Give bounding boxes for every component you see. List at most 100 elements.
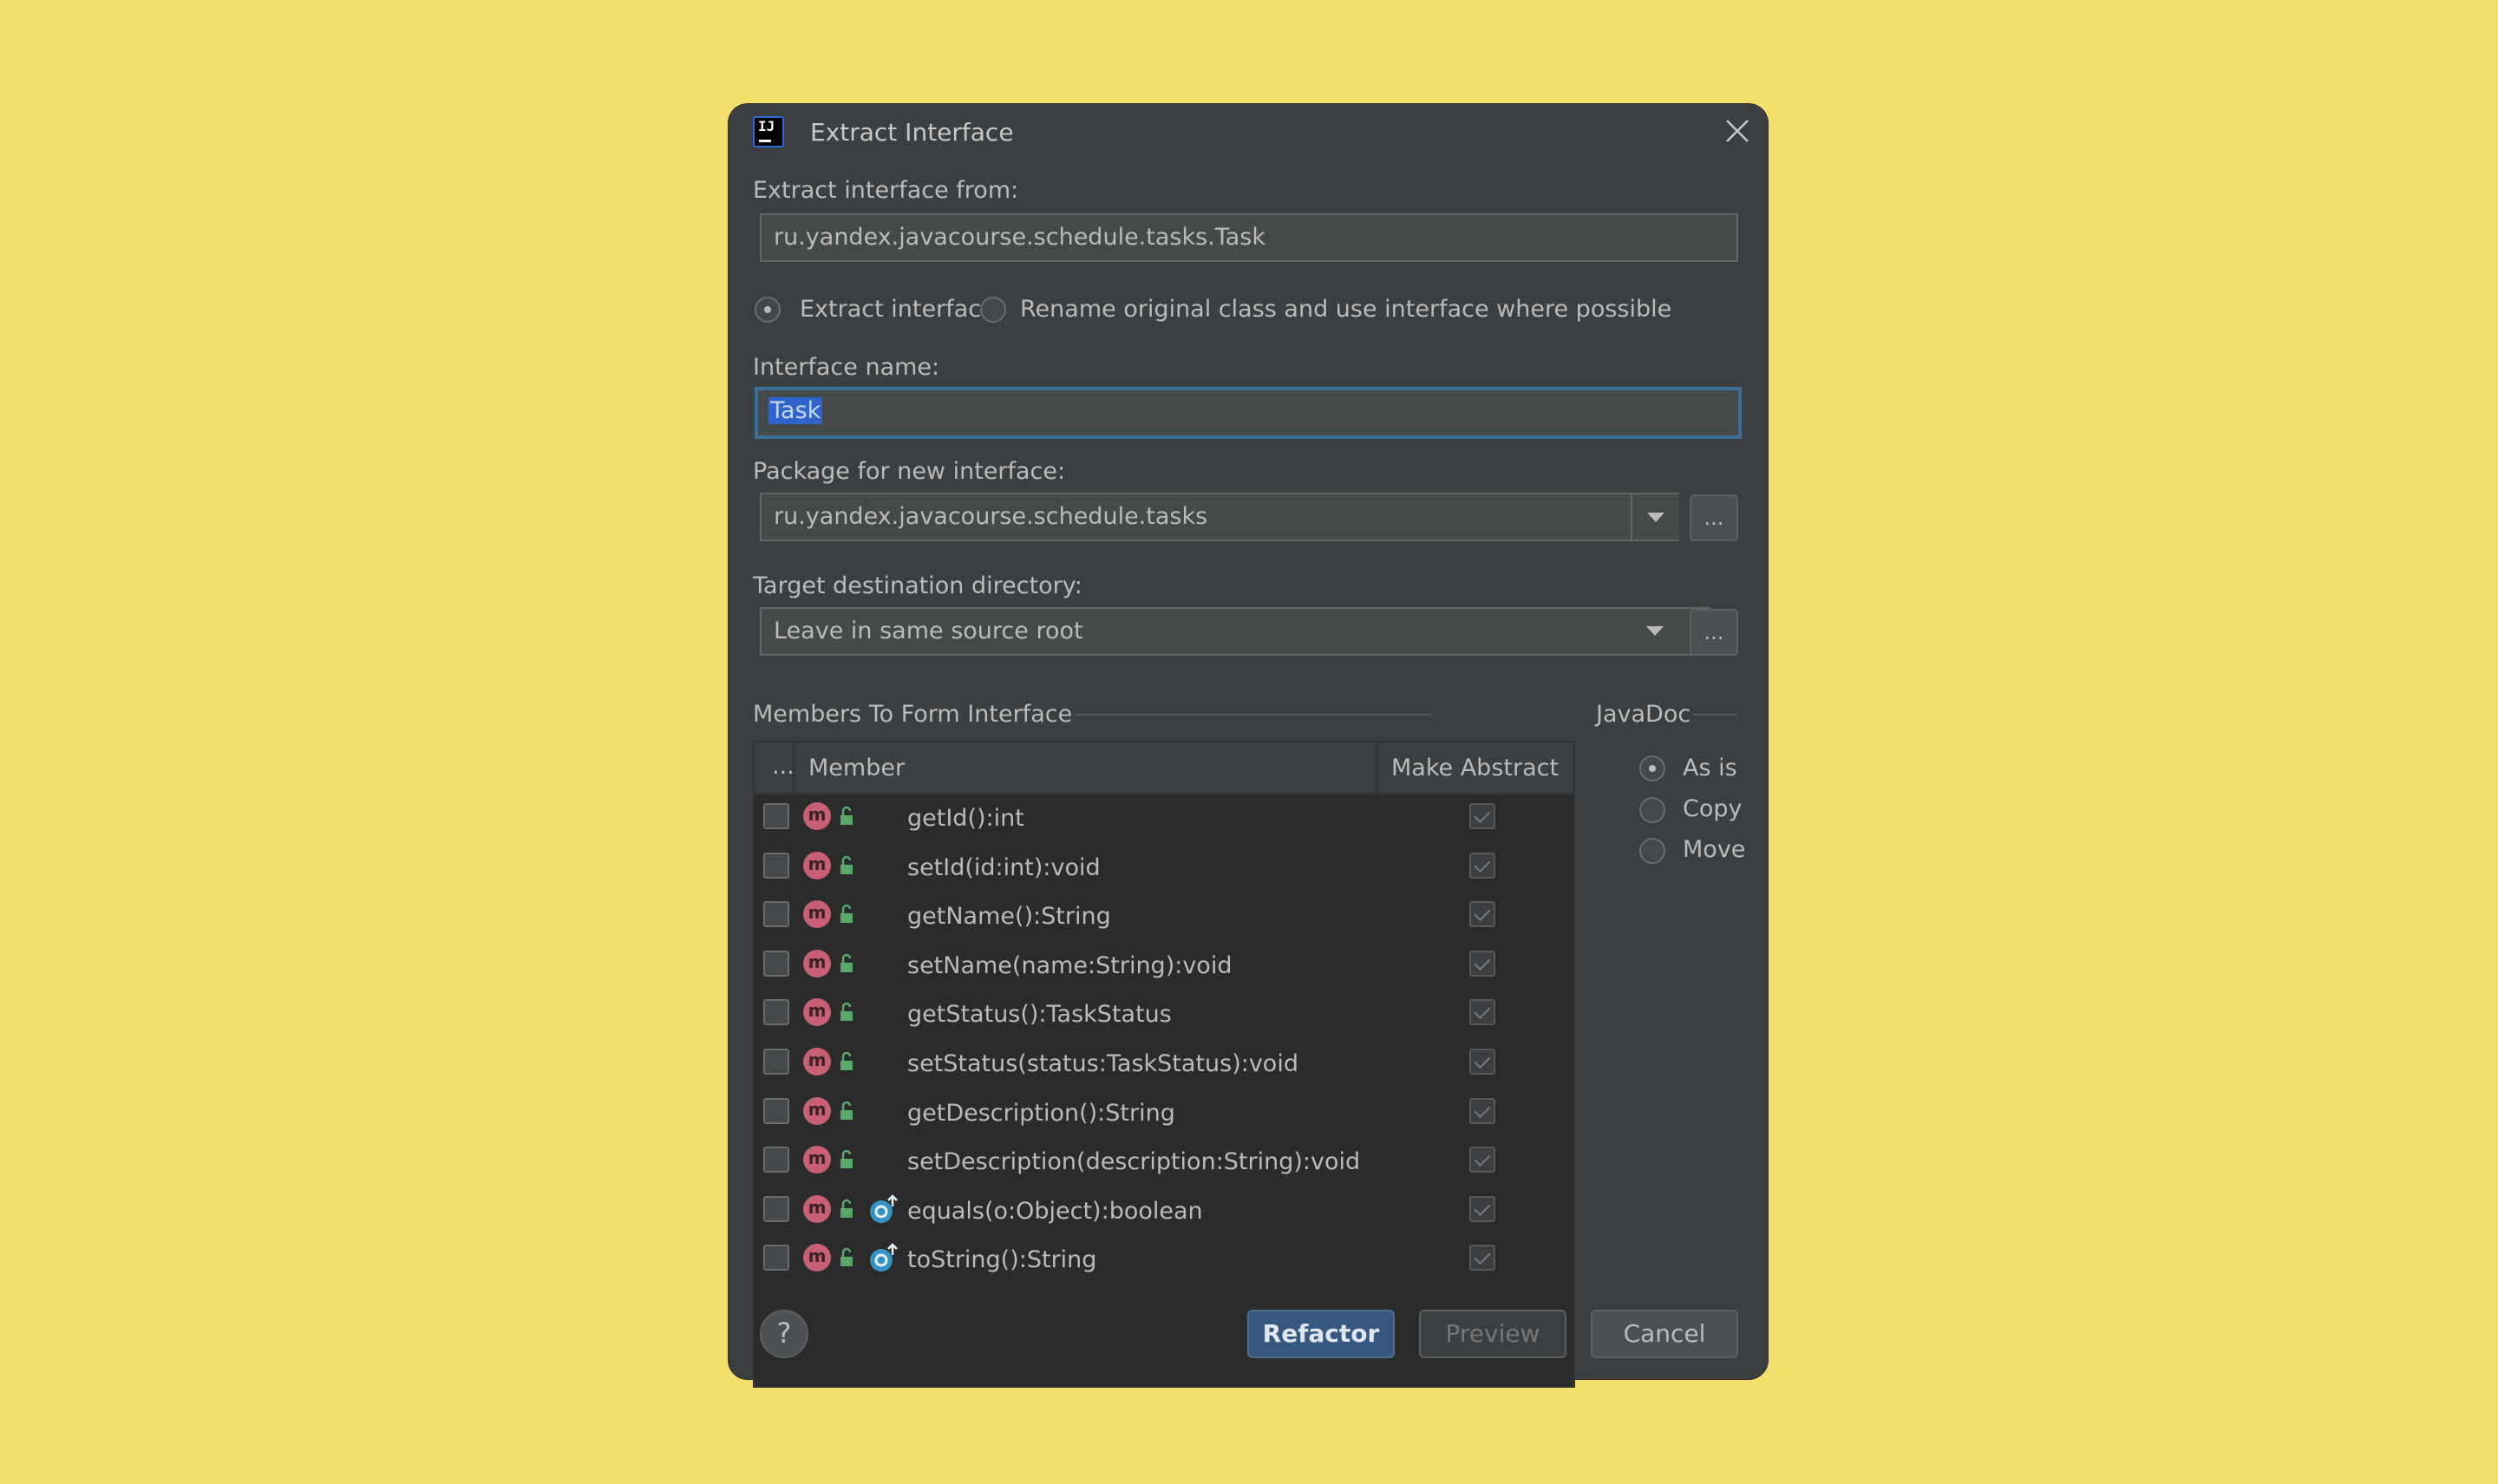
members-section-divider [1076,714,1431,716]
method-icon: m [803,1096,831,1125]
table-row[interactable]: m setStatus(status:TaskStatus):void [755,1040,1573,1089]
make-abstract-checkbox[interactable] [1469,1147,1495,1173]
radio-javadoc-copy-label[interactable]: Copy [1683,795,1743,822]
include-member-checkbox[interactable] [763,901,789,928]
make-abstract-checkbox[interactable] [1469,803,1495,829]
interface-name-value: Task [768,397,823,424]
override-icon [870,1243,898,1272]
include-member-checkbox[interactable] [763,1195,789,1222]
table-row[interactable]: m setDescription(description:String):void [755,1138,1573,1187]
member-signature: getId():int [907,805,1024,832]
member-signature: getStatus():TaskStatus [907,1001,1172,1029]
column-more[interactable]: ... [772,753,795,780]
javadoc-section-divider [1693,714,1736,716]
chevron-down-icon [1647,513,1664,522]
make-abstract-checkbox[interactable] [1469,1245,1495,1272]
method-icon: m [803,949,831,977]
table-row[interactable]: m toString():String [755,1236,1573,1285]
radio-javadoc-move-label[interactable]: Move [1683,836,1745,863]
make-abstract-checkbox[interactable] [1469,1195,1495,1222]
make-abstract-checkbox[interactable] [1469,1049,1495,1075]
radio-extract-interface[interactable] [755,297,781,323]
table-row[interactable]: m getStatus():TaskStatus [755,990,1573,1040]
make-abstract-checkbox[interactable] [1469,950,1495,977]
make-abstract-checkbox[interactable] [1469,901,1495,928]
table-row[interactable]: m equals(o:Object):boolean [755,1187,1573,1237]
column-member[interactable]: Member [808,755,905,781]
extract-interface-dialog: IJ Extract Interface Extract interface f… [729,104,1768,1388]
include-member-checkbox[interactable] [763,950,789,977]
member-signature: setName(name:String):void [907,951,1233,979]
include-member-checkbox[interactable] [763,999,789,1026]
radio-extract-interface-label[interactable]: Extract interface [800,296,996,323]
target-dir-label: Target destination directory: [753,572,1082,599]
include-member-checkbox[interactable] [763,1245,789,1272]
package-label: Package for new interface: [753,458,1066,485]
make-abstract-checkbox[interactable] [1469,852,1495,879]
public-lock-icon [840,1101,853,1120]
include-member-checkbox[interactable] [763,852,789,879]
public-lock-icon [840,904,853,924]
make-abstract-checkbox[interactable] [1469,1097,1495,1124]
intellij-logo-icon: IJ [753,116,784,147]
method-icon: m [803,998,831,1027]
cancel-button[interactable]: Cancel [1591,1310,1738,1358]
public-lock-icon [840,1199,853,1218]
include-member-checkbox[interactable] [763,1049,789,1075]
method-icon: m [803,900,831,929]
target-dir-value: Leave in same source root [774,618,1083,644]
radio-javadoc-as-is[interactable] [1639,755,1665,781]
interface-name-input[interactable]: Task [755,387,1742,439]
method-icon: m [803,1244,831,1272]
method-icon: m [803,851,831,879]
radio-javadoc-move[interactable] [1639,838,1665,864]
table-row[interactable]: m setName(name:String):void [755,942,1573,991]
public-lock-icon [840,855,853,874]
member-signature: getDescription():String [907,1099,1175,1127]
override-icon [870,1194,898,1223]
include-member-checkbox[interactable] [763,1097,789,1124]
public-lock-icon [840,1003,853,1022]
javadoc-section-title: JavaDoc [1596,701,1691,728]
package-browse-button[interactable]: ... [1690,494,1738,541]
table-row[interactable]: m getName():String [755,892,1573,942]
radio-rename-original-label[interactable]: Rename original class and use interface … [1020,296,1671,323]
package-dropdown-button[interactable] [1631,494,1679,539]
public-lock-icon [840,1051,853,1070]
refactor-button[interactable]: Refactor [1247,1310,1395,1358]
table-row[interactable]: m getId():int [755,794,1573,844]
chevron-down-icon[interactable] [1646,626,1664,636]
radio-rename-original[interactable] [980,297,1006,323]
radio-javadoc-as-is-label[interactable]: As is [1683,755,1737,781]
include-member-checkbox[interactable] [763,1147,789,1173]
include-member-checkbox[interactable] [763,803,789,829]
public-lock-icon [840,953,853,972]
members-table: ... Member Make Abstract m getId():int m se… [753,741,1575,1388]
member-signature: getName():String [907,903,1111,931]
target-dir-browse-button[interactable]: ... [1690,609,1738,656]
member-signature: setId(id:int):void [907,853,1101,881]
column-make-abstract[interactable]: Make Abstract [1391,755,1559,781]
public-lock-icon [840,1248,853,1267]
interface-name-label: Interface name: [753,354,940,381]
package-combo[interactable]: ru.yandex.javacourse.schedule.tasks [760,493,1679,541]
make-abstract-checkbox[interactable] [1469,999,1495,1026]
member-signature: setStatus(status:TaskStatus):void [907,1050,1298,1077]
table-row[interactable]: m setId(id:int):void [755,844,1573,893]
table-row[interactable]: m getDescription():String [755,1089,1573,1139]
radio-javadoc-copy[interactable] [1639,797,1665,823]
package-value: ru.yandex.javacourse.schedule.tasks [774,503,1208,530]
close-icon[interactable] [1724,118,1750,144]
target-dir-combo[interactable]: Leave in same source root [760,607,1710,656]
member-signature: toString():String [907,1246,1097,1274]
preview-button[interactable]: Preview [1419,1310,1566,1358]
method-icon: m [803,1048,831,1075]
help-button[interactable]: ? [760,1310,808,1358]
method-icon: m [803,802,831,830]
dialog-title: Extract Interface [810,118,1014,147]
extract-from-label: Extract interface from: [753,177,1019,204]
table-header: ... Member Make Abstract [755,742,1573,794]
members-section-title: Members To Form Interface [753,701,1073,728]
extract-from-field: ru.yandex.javacourse.schedule.tasks.Task [760,213,1738,262]
method-icon: m [803,1194,831,1223]
